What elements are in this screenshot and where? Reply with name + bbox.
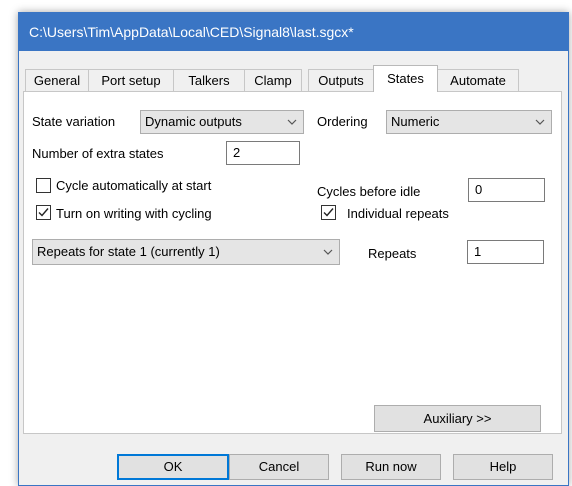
state-variation-select[interactable]: Dynamic outputs [140,110,304,134]
state-variation-value: Dynamic outputs [145,114,242,129]
individual-repeats-label: Individual repeats [347,206,449,221]
cycles-before-idle-label: Cycles before idle [317,184,421,199]
cycles-before-idle-input[interactable]: 0 [468,178,545,202]
auxiliary-button[interactable]: Auxiliary >> [374,405,541,432]
help-button[interactable]: Help [453,454,553,480]
tab-general[interactable]: General [25,69,89,91]
tab-port-setup[interactable]: Port setup [88,69,174,91]
chevron-down-icon [323,249,333,255]
ordering-label: Ordering [317,114,368,129]
writing-label: Turn on writing with cycling [56,206,212,221]
tab-outputs[interactable]: Outputs [308,69,374,91]
run-now-button[interactable]: Run now [341,454,441,480]
extra-states-label: Number of extra states [32,146,164,161]
state-variation-label: State variation [32,114,116,129]
ordering-select[interactable]: Numeric [386,110,552,134]
states-panel: State variation Dynamic outputs Ordering… [23,91,562,434]
checkmark-icon [323,208,334,217]
writing-checkbox[interactable] [36,205,51,220]
checkmark-icon [38,208,49,217]
tab-automate[interactable]: Automate [437,69,519,91]
cycle-auto-label: Cycle automatically at start [56,178,212,193]
chevron-down-icon [287,119,297,125]
dialog-window: C:\Users\Tim\AppData\Local\CED\Signal8\l… [18,12,569,486]
repeats-input[interactable]: 1 [467,240,544,264]
tab-states[interactable]: States [373,65,438,92]
ordering-value: Numeric [391,114,440,129]
chevron-down-icon [535,119,545,125]
tab-clamp[interactable]: Clamp [244,69,302,91]
repeats-state-value: Repeats for state 1 (currently 1) [37,244,220,259]
ok-button[interactable]: OK [117,454,229,480]
extra-states-input[interactable]: 2 [226,141,300,165]
cycle-auto-checkbox[interactable] [36,178,51,193]
cancel-button[interactable]: Cancel [229,454,329,480]
repeats-label: Repeats [368,246,417,261]
window-title: C:\Users\Tim\AppData\Local\CED\Signal8\l… [19,13,568,51]
tab-talkers[interactable]: Talkers [173,69,245,91]
individual-repeats-checkbox[interactable] [321,205,336,220]
repeats-state-select[interactable]: Repeats for state 1 (currently 1) [32,239,340,265]
